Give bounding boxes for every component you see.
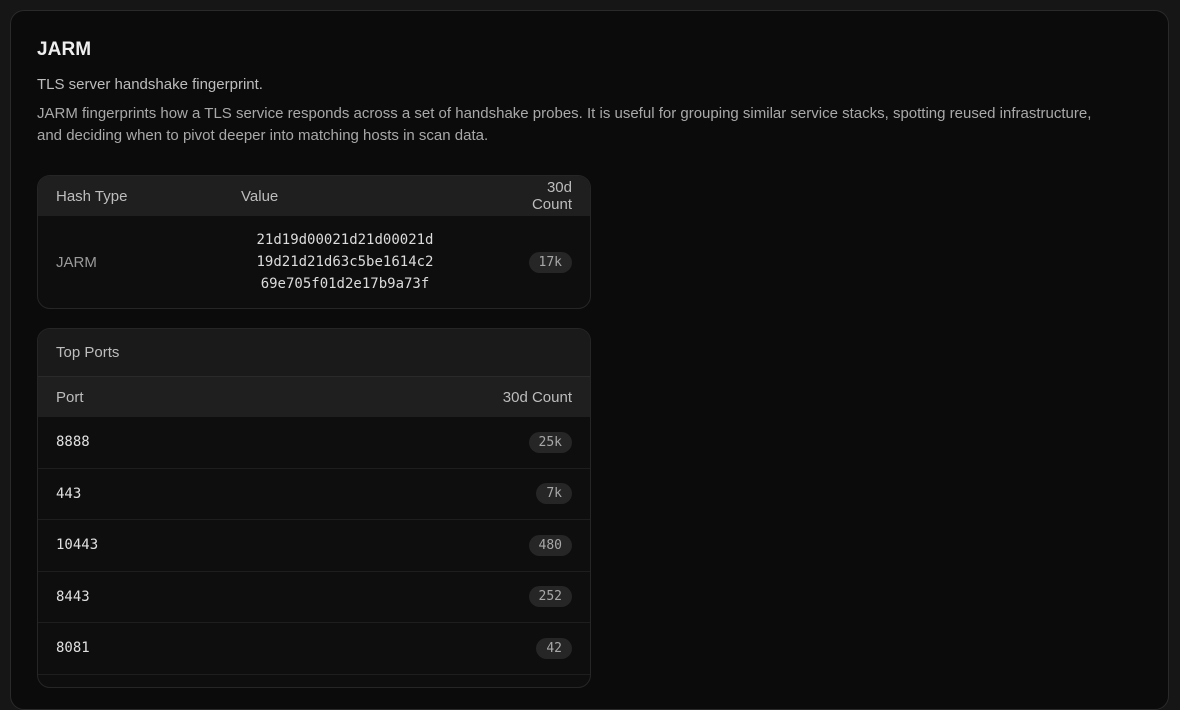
port-number: 443 [56, 485, 82, 502]
page-title: JARM [37, 39, 92, 60]
column-header-count: 30d Count [502, 388, 572, 406]
port-row[interactable]: 8443 252 [38, 572, 590, 623]
port-number: 8888 [56, 434, 90, 451]
column-header-value: Value [241, 187, 279, 205]
hash-value-line: 19d21d21d63c5be1614c2 [256, 254, 434, 270]
column-header-port: Port [56, 388, 84, 406]
port-row[interactable]: 8888 25k [38, 417, 590, 469]
jarm-card: JARM TLS server handshake fingerprint. J… [10, 10, 1169, 710]
count-badge: 7k [536, 483, 572, 505]
count-badge: 42 [536, 637, 572, 659]
port-row[interactable]: 10443 480 [38, 520, 590, 572]
port-row[interactable]: 8081 42 [38, 623, 590, 675]
column-header-hash-type: Hash Type [56, 187, 128, 205]
page-description: JARM fingerprints how a TLS service resp… [37, 105, 1092, 144]
count-badge: 17k [528, 251, 572, 273]
hash-table-header: Hash Type Value 30d Count [38, 176, 590, 216]
hash-value-line: 69e705f01d2e17b9a73f [260, 276, 430, 292]
count-badge: 25k [528, 431, 572, 453]
hash-type: JARM [56, 253, 97, 271]
count-badge: 252 [528, 586, 572, 608]
hash-value[interactable]: 21d19d00021d21d00021d 19d21d21d63c5be161… [245, 229, 445, 295]
port-number: 8081 [56, 640, 90, 657]
top-ports-table: Top Ports Port 30d Count 8888 25k 443 7k… [37, 328, 591, 688]
page-subtitle: TLS server handshake fingerprint. [37, 76, 263, 93]
port-number: 8443 [56, 588, 90, 605]
port-row[interactable]: 443 7k [38, 469, 590, 520]
count-badge: 480 [528, 534, 572, 556]
column-header-count: 30d Count [531, 179, 572, 213]
hash-table: Hash Type Value 30d Count JARM 21d19d000… [37, 175, 591, 309]
port-number: 10443 [56, 537, 99, 554]
count-cell: 17k [511, 251, 572, 273]
top-ports-title: Top Ports [38, 329, 590, 377]
hash-value-line: 21d19d00021d21d00021d [256, 232, 434, 248]
hash-value-cell: 21d19d00021d21d00021d 19d21d21d63c5be161… [241, 229, 511, 295]
top-ports-header: Port 30d Count [38, 377, 590, 417]
hash-row[interactable]: JARM 21d19d00021d21d00021d 19d21d21d63c5… [38, 216, 590, 308]
